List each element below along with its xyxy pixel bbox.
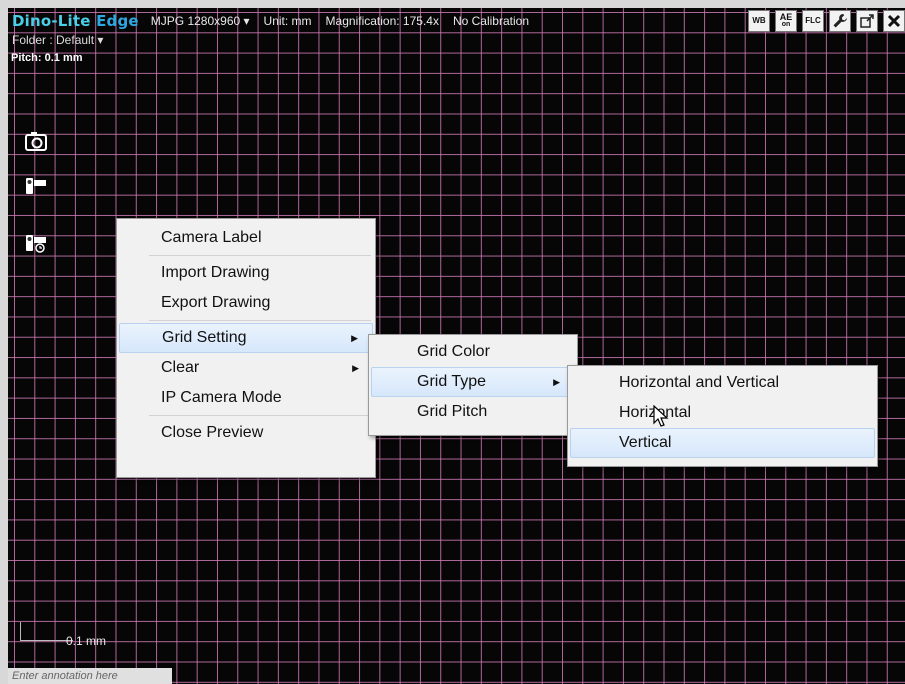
menu-item-horizontal[interactable]: Horizontal — [570, 398, 875, 428]
unit-label: Unit: mm — [263, 14, 312, 28]
menu-item-close-preview[interactable]: Close Preview — [119, 418, 373, 448]
resize-icon — [860, 14, 874, 28]
app-title: Dino-Lite Edge — [12, 12, 139, 30]
menu-item-grid-color[interactable]: Grid Color — [371, 337, 575, 367]
menu-separator — [149, 255, 371, 256]
camera-icon[interactable] — [24, 129, 48, 153]
annotation-input[interactable]: Enter annotation here — [8, 668, 172, 684]
resolution-dropdown[interactable]: MJPG 1280x960 ▾ — [151, 14, 250, 28]
submenu-arrow-icon: ▶ — [352, 363, 359, 373]
menu-item-clear[interactable]: Clear ▶ — [119, 353, 373, 383]
toolbar-icons: WB AE on FLC — [748, 10, 905, 32]
menu-item-horizontal-and-vertical[interactable]: Horizontal and Vertical — [570, 368, 875, 398]
auto-exposure-button[interactable]: AE on — [775, 10, 797, 32]
magnification-label: Magnification: 175.4x — [325, 14, 439, 28]
grid-setting-submenu: Grid Color Grid Type ▶ Grid Pitch — [368, 334, 578, 436]
submenu-arrow-icon: ▶ — [351, 333, 358, 343]
close-icon — [887, 14, 901, 28]
scale-label: 0.1 mm — [66, 634, 107, 648]
menu-item-grid-type[interactable]: Grid Type ▶ — [371, 367, 575, 397]
fullscreen-button[interactable] — [856, 10, 878, 32]
submenu-arrow-icon: ▶ — [553, 377, 560, 387]
menu-item-camera-label[interactable]: Camera Label — [119, 223, 373, 253]
menu-item-ip-camera-mode[interactable]: IP Camera Mode — [119, 383, 373, 413]
chevron-down-icon: ▾ — [243, 14, 250, 28]
top-info-bar: Dino-Lite Edge MJPG 1280x960 ▾ Unit: mm … — [8, 8, 905, 34]
grid-type-submenu: Horizontal and Vertical Horizontal Verti… — [567, 365, 878, 467]
wrench-icon — [833, 14, 847, 28]
close-button[interactable] — [883, 10, 905, 32]
folder-dropdown[interactable]: Folder : Default ▾ — [12, 33, 103, 47]
mouse-pointer-icon — [653, 405, 669, 427]
calibration-label: No Calibration — [452, 14, 529, 28]
menu-item-grid-setting[interactable]: Grid Setting ▶ — [119, 323, 373, 353]
context-menu: Camera Label Import Drawing Export Drawi… — [116, 218, 376, 478]
white-balance-button[interactable]: WB — [748, 10, 770, 32]
timelapse-icon[interactable] — [24, 231, 48, 255]
chevron-down-icon: ▾ — [97, 33, 104, 47]
menu-item-import-drawing[interactable]: Import Drawing — [119, 258, 373, 288]
flc-button[interactable]: FLC — [802, 10, 824, 32]
menu-item-grid-pitch[interactable]: Grid Pitch — [371, 397, 575, 427]
menu-separator — [149, 320, 371, 321]
menu-separator — [149, 415, 371, 416]
menu-item-vertical[interactable]: Vertical — [570, 428, 875, 458]
video-record-icon[interactable] — [24, 174, 48, 198]
grid-pitch-label: Pitch: 0.1 mm — [11, 52, 83, 64]
menu-item-export-drawing[interactable]: Export Drawing — [119, 288, 373, 318]
settings-wrench-button[interactable] — [829, 10, 851, 32]
